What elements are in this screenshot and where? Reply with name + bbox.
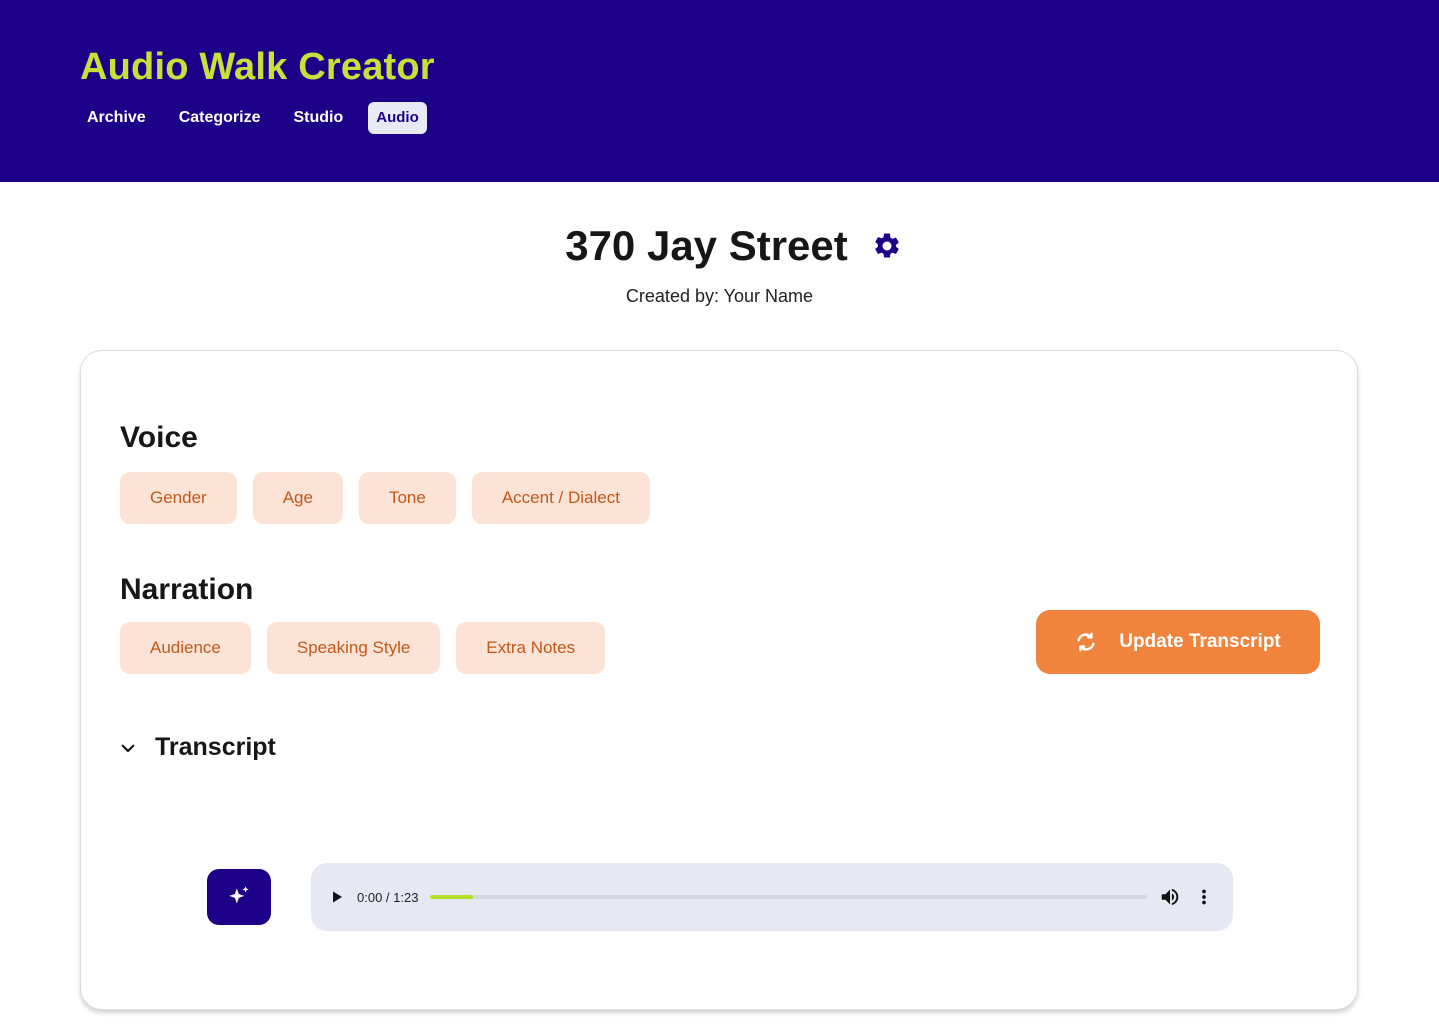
narration-heading: Narration xyxy=(120,573,254,606)
chevron-down-icon xyxy=(119,739,137,757)
gear-icon[interactable] xyxy=(872,231,902,261)
audio-player: 0:00 / 1:23 xyxy=(311,863,1233,931)
narration-chip-extra-notes[interactable]: Extra Notes xyxy=(456,622,606,674)
generate-audio-button[interactable] xyxy=(207,869,271,925)
more-options-icon[interactable] xyxy=(1193,886,1215,908)
voice-chip-gender[interactable]: Gender xyxy=(120,472,237,524)
main-nav: Archive Categorize Studio Audio xyxy=(79,102,444,134)
creator-line: Created by: Your Name xyxy=(0,286,1439,307)
page-title: 370 Jay Street xyxy=(565,222,848,269)
narration-chip-audience[interactable]: Audience xyxy=(120,622,251,674)
volume-icon[interactable] xyxy=(1159,886,1181,908)
voice-chip-tone[interactable]: Tone xyxy=(358,472,456,524)
app-title: Audio Walk Creator xyxy=(80,46,435,88)
voice-options: Gender Age Tone Accent / Dialect xyxy=(120,472,666,524)
narration-chip-speaking-style[interactable]: Speaking Style xyxy=(266,622,441,674)
voice-heading: Voice xyxy=(120,421,198,454)
transcript-heading: Transcript xyxy=(155,733,276,761)
play-icon[interactable] xyxy=(329,889,345,905)
page-title-row: 370 Jay Street xyxy=(0,222,1439,270)
narration-options: Audience Speaking Style Extra Notes xyxy=(120,622,621,674)
sparkle-icon xyxy=(226,884,252,910)
voice-chip-accent[interactable]: Accent / Dialect xyxy=(471,472,650,524)
app-header: Audio Walk Creator Archive Categorize St… xyxy=(0,0,1439,182)
refresh-icon xyxy=(1075,631,1097,653)
update-transcript-label: Update Transcript xyxy=(1119,631,1281,652)
nav-tab-archive[interactable]: Archive xyxy=(79,102,154,134)
audio-progress-bar[interactable] xyxy=(430,895,1147,899)
nav-tab-audio[interactable]: Audio xyxy=(368,102,427,134)
playback-time: 0:00 / 1:23 xyxy=(357,889,419,905)
audio-progress-fill xyxy=(430,895,474,899)
transcript-toggle[interactable]: Transcript xyxy=(119,733,276,762)
creator-name: Your Name xyxy=(723,286,814,306)
update-transcript-button[interactable]: Update Transcript xyxy=(1036,610,1320,674)
nav-tab-studio[interactable]: Studio xyxy=(286,102,352,134)
creator-prefix: Created by: xyxy=(625,286,719,306)
audio-settings-card: Voice Gender Age Tone Accent / Dialect N… xyxy=(80,350,1358,1010)
nav-tab-categorize[interactable]: Categorize xyxy=(171,102,269,134)
voice-chip-age[interactable]: Age xyxy=(252,472,343,524)
